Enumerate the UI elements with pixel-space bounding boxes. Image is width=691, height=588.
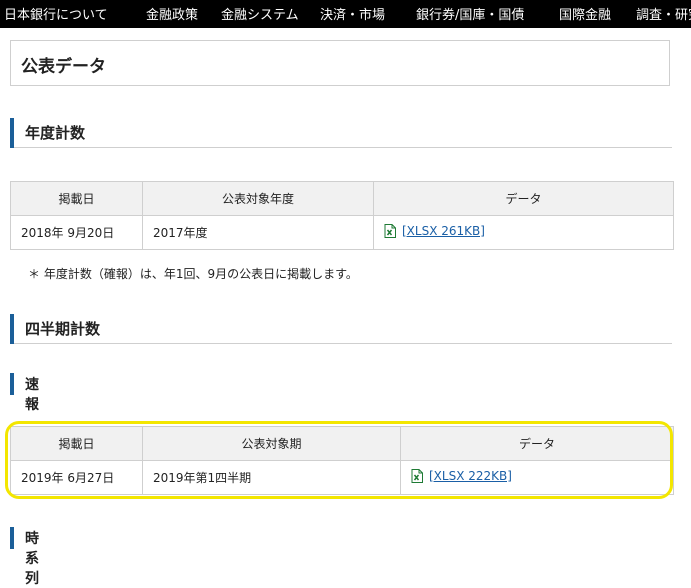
nav-item-about-boj[interactable]: 日本銀行について <box>4 4 108 23</box>
annual-table: 掲載日 公表対象年度 データ 2018年 9月20日 2017年度 [XLSX … <box>10 181 674 250</box>
xlsx-link-label[interactable]: [XLSX 261KB] <box>402 224 485 238</box>
heading-accent-bar <box>10 314 14 344</box>
nav-item-financial-system[interactable]: 金融システム <box>221 4 299 23</box>
heading-accent-bar <box>10 373 14 395</box>
table-row: 2018年 9月20日 2017年度 [XLSX 261KB] <box>10 215 674 250</box>
cell-data: [XLSX 222KB] <box>400 460 674 495</box>
column-header-date: 掲載日 <box>10 426 143 461</box>
nav-item-banknotes-treasury[interactable]: 銀行券/国庫・国債 <box>416 4 524 23</box>
table-header-row: 掲載日 公表対象期 データ <box>10 426 674 461</box>
xlsx-download-link[interactable]: [XLSX 222KB] <box>411 469 512 483</box>
cell-period: 2017年度 <box>142 215 374 250</box>
heading-accent-bar <box>10 118 14 148</box>
cell-date: 2018年 9月20日 <box>10 215 143 250</box>
excel-file-icon <box>411 469 423 483</box>
section-heading-quarterly-label: 四半期計数 <box>25 320 101 338</box>
column-header-data: データ <box>373 181 674 216</box>
column-header-date: 掲載日 <box>10 181 143 216</box>
annual-note: ＊ 年度計数（確報）は、年1回、9月の公表日に掲載します。 <box>28 267 358 281</box>
section-heading-annual: 年度計数 <box>10 118 672 148</box>
nav-item-payment-markets[interactable]: 決済・市場 <box>320 4 385 23</box>
excel-file-icon <box>384 224 396 238</box>
top-nav: 日本銀行について 金融政策 金融システム 決済・市場 銀行券/国庫・国債 国際金… <box>0 0 691 28</box>
cell-data: [XLSX 261KB] <box>373 215 674 250</box>
sub-heading-timeseries-label: 時系列 <box>25 531 39 587</box>
sub-heading-preliminary-label: 速報 <box>25 377 39 413</box>
section-heading-annual-label: 年度計数 <box>25 124 86 142</box>
table-header-row: 掲載日 公表対象年度 データ <box>10 181 674 216</box>
section-heading-quarterly: 四半期計数 <box>10 314 672 344</box>
table-row: 2019年 6月27日 2019年第1四半期 [XLSX 222KB] <box>10 460 674 495</box>
xlsx-download-link[interactable]: [XLSX 261KB] <box>384 224 485 238</box>
quarterly-table: 掲載日 公表対象期 データ 2019年 6月27日 2019年第1四半期 [XL… <box>10 426 674 495</box>
nav-item-monetary-policy[interactable]: 金融政策 <box>146 4 198 23</box>
heading-accent-bar <box>10 527 14 549</box>
xlsx-link-label[interactable]: [XLSX 222KB] <box>429 469 512 483</box>
page-title-box: 公表データ <box>10 40 670 86</box>
nav-item-research[interactable]: 調査・研究 <box>636 4 691 23</box>
column-header-period: 公表対象期 <box>142 426 401 461</box>
nav-item-international[interactable]: 国際金融 <box>559 4 611 23</box>
column-header-data: データ <box>400 426 674 461</box>
page-title: 公表データ <box>21 57 106 77</box>
cell-date: 2019年 6月27日 <box>10 460 143 495</box>
column-header-period: 公表対象年度 <box>142 181 374 216</box>
cell-period: 2019年第1四半期 <box>142 460 401 495</box>
